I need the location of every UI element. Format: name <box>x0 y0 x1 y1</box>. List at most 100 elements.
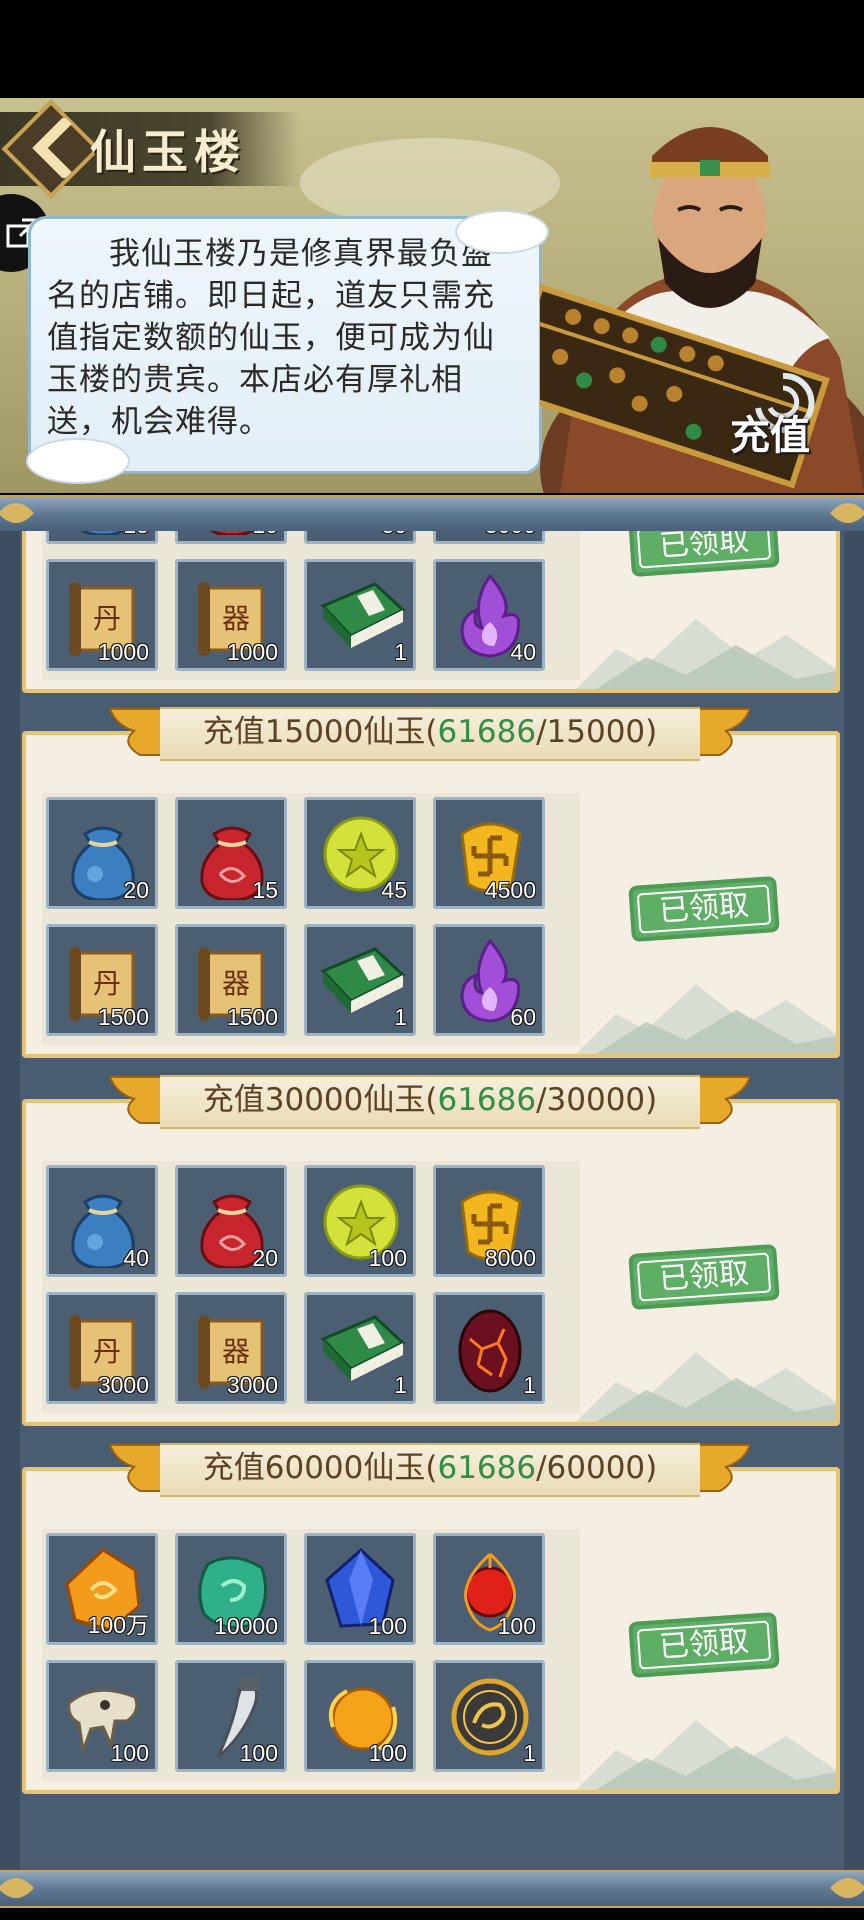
reward-item-slot[interactable]: 100 <box>175 1660 287 1772</box>
reward-tier: 40 20 100 8000 丹 3000 器 3000 1 1 已领取 <box>22 1099 840 1426</box>
item-count: 100万 <box>87 1612 149 1638</box>
reward-tier: 15 10 30 3000 丹 1000 器 1000 1 40 已领取 <box>22 531 840 693</box>
reward-item-slot[interactable]: 4500 <box>433 797 545 909</box>
reward-item-slot[interactable]: 30 <box>304 531 416 544</box>
svg-text:器: 器 <box>222 1335 250 1368</box>
item-count: 1 <box>394 639 407 665</box>
reward-item-slot[interactable]: 丹 3000 <box>46 1292 158 1404</box>
reward-item-slot[interactable]: 100 <box>304 1533 416 1645</box>
reward-item-slot[interactable]: 器 1500 <box>175 924 287 1036</box>
item-count: 8000 <box>484 1245 536 1271</box>
frame-ornament-icon <box>0 1878 34 1898</box>
badge-border <box>636 1620 772 1670</box>
svg-text:器: 器 <box>222 602 250 635</box>
reward-item-slot[interactable]: 45 <box>304 797 416 909</box>
item-count: 1000 <box>226 639 278 665</box>
reward-item-slot[interactable]: 丹 1000 <box>46 559 158 671</box>
shop-header: 仙玉楼 我仙玉楼乃是修真界最负盛名的店铺。即日起，道友只需充值指定数额的仙玉，便… <box>0 98 864 493</box>
claimed-status-badge[interactable]: 已领取 <box>628 531 780 578</box>
reward-item-slot[interactable]: 100 <box>433 1533 545 1645</box>
reward-tier: 100万 10000 100 100 100 100 100 1 已领取 <box>22 1467 840 1794</box>
reward-item-slot[interactable]: 器 1000 <box>175 559 287 671</box>
reward-item-slot[interactable]: 10 <box>175 531 287 544</box>
reward-item-slot[interactable]: 100 <box>46 1660 158 1772</box>
list-frame-bottom <box>0 1870 864 1908</box>
item-count: 100 <box>368 1613 407 1639</box>
reward-item-slot[interactable]: 100 <box>304 1165 416 1277</box>
mountain-decoration <box>576 984 836 1054</box>
item-count: 3000 <box>97 1372 149 1398</box>
reward-item-slot[interactable]: 15 <box>175 797 287 909</box>
reward-item-slot[interactable]: 40 <box>433 559 545 671</box>
reward-item-slot[interactable]: 20 <box>175 1165 287 1277</box>
item-count: 40 <box>510 639 536 665</box>
claimed-status-badge[interactable]: 已领取 <box>628 1243 780 1311</box>
tier-requirement-label: 充值60000仙玉( <box>202 1450 438 1486</box>
tier-progress-target: /15000) <box>536 714 658 750</box>
status-bar <box>0 0 864 98</box>
svg-text:丹: 丹 <box>93 1335 121 1368</box>
reward-item-slot[interactable]: 60 <box>433 924 545 1036</box>
frame-ornament-icon <box>830 1878 864 1898</box>
reward-item-slot[interactable]: 20 <box>46 797 158 909</box>
recharge-button[interactable]: 充值 <box>730 403 810 461</box>
shop-description: 我仙玉楼乃是修真界最负盛名的店铺。即日起，道友只需充值指定数额的仙玉，便可成为仙… <box>47 236 495 440</box>
item-count: 15 <box>252 877 278 903</box>
reward-item-slot[interactable]: 丹 1500 <box>46 924 158 1036</box>
reward-item-slot[interactable]: 器 3000 <box>175 1292 287 1404</box>
claimed-status-badge[interactable]: 已领取 <box>628 875 780 943</box>
item-count: 1500 <box>226 1004 278 1030</box>
tier-requirement-text: 充值30000仙玉(61686/30000) <box>110 1071 750 1129</box>
tier-header: 充值60000仙玉(61686/60000) <box>110 1439 750 1497</box>
svg-text:丹: 丹 <box>93 967 121 1000</box>
app-root: 仙玉楼 我仙玉楼乃是修真界最负盛名的店铺。即日起，道友只需充值指定数额的仙玉，便… <box>0 0 864 1920</box>
reward-item-slot[interactable]: 1 <box>304 1292 416 1404</box>
item-count: 45 <box>381 877 407 903</box>
frame-ornament-icon <box>830 503 864 523</box>
item-count: 100 <box>110 1740 149 1766</box>
reward-item-slot[interactable]: 40 <box>46 1165 158 1277</box>
item-count: 100 <box>497 1613 536 1639</box>
tier-progress-current: 61686 <box>437 1450 537 1486</box>
mountain-decoration <box>576 1352 836 1422</box>
item-count: 1 <box>523 1740 536 1766</box>
mountain-decoration <box>576 1720 836 1790</box>
reward-item-slot[interactable]: 100万 <box>46 1533 158 1645</box>
tier-progress-target: /30000) <box>536 1082 658 1118</box>
bubble-cloud-decoration <box>455 210 549 254</box>
speech-bubble: 我仙玉楼乃是修真界最负盛名的店铺。即日起，道友只需充值指定数额的仙玉，便可成为仙… <box>28 216 542 474</box>
item-count: 100 <box>368 1245 407 1271</box>
reward-item-slot[interactable]: 10000 <box>175 1533 287 1645</box>
item-count: 30 <box>381 531 407 539</box>
svg-text:丹: 丹 <box>93 602 121 635</box>
reward-item-slot[interactable]: 1 <box>304 559 416 671</box>
item-count: 40 <box>123 1245 149 1271</box>
item-count: 20 <box>123 877 149 903</box>
bubble-cloud-decoration <box>26 438 130 484</box>
tier-requirement-label: 充值15000仙玉( <box>202 714 438 750</box>
item-count: 10 <box>252 531 278 539</box>
frame-ornament-icon <box>0 503 34 523</box>
reward-item-slot[interactable]: 1 <box>433 1660 545 1772</box>
badge-border <box>636 884 772 934</box>
reward-item-slot[interactable]: 8000 <box>433 1165 545 1277</box>
list-side <box>0 531 20 1871</box>
list-side <box>844 531 864 1871</box>
claimed-status-badge[interactable]: 已领取 <box>628 1611 780 1679</box>
item-count: 1 <box>394 1004 407 1030</box>
item-count: 60 <box>510 1004 536 1030</box>
reward-item-slot[interactable]: 1 <box>304 924 416 1036</box>
reward-item-slot[interactable]: 15 <box>46 531 158 544</box>
tier-requirement-text: 充值60000仙玉(61686/60000) <box>110 1439 750 1497</box>
reward-tier-list[interactable]: 15 10 30 3000 丹 1000 器 1000 1 40 已领取 20 15 45 4500 丹 150… <box>0 531 864 1871</box>
item-count: 100 <box>239 1740 278 1766</box>
tier-panel: 20 15 45 4500 丹 1500 器 1500 1 60 已领取 <box>26 735 836 1054</box>
tier-panel: 100万 10000 100 100 100 100 100 1 已领取 <box>26 1471 836 1790</box>
reward-item-slot[interactable]: 1 <box>433 1292 545 1404</box>
badge-border <box>636 531 772 569</box>
svg-text:器: 器 <box>222 967 250 1000</box>
item-count: 3000 <box>226 1372 278 1398</box>
reward-item-slot[interactable]: 100 <box>304 1660 416 1772</box>
tier-header: 充值30000仙玉(61686/30000) <box>110 1071 750 1129</box>
reward-item-slot[interactable]: 3000 <box>433 531 545 544</box>
